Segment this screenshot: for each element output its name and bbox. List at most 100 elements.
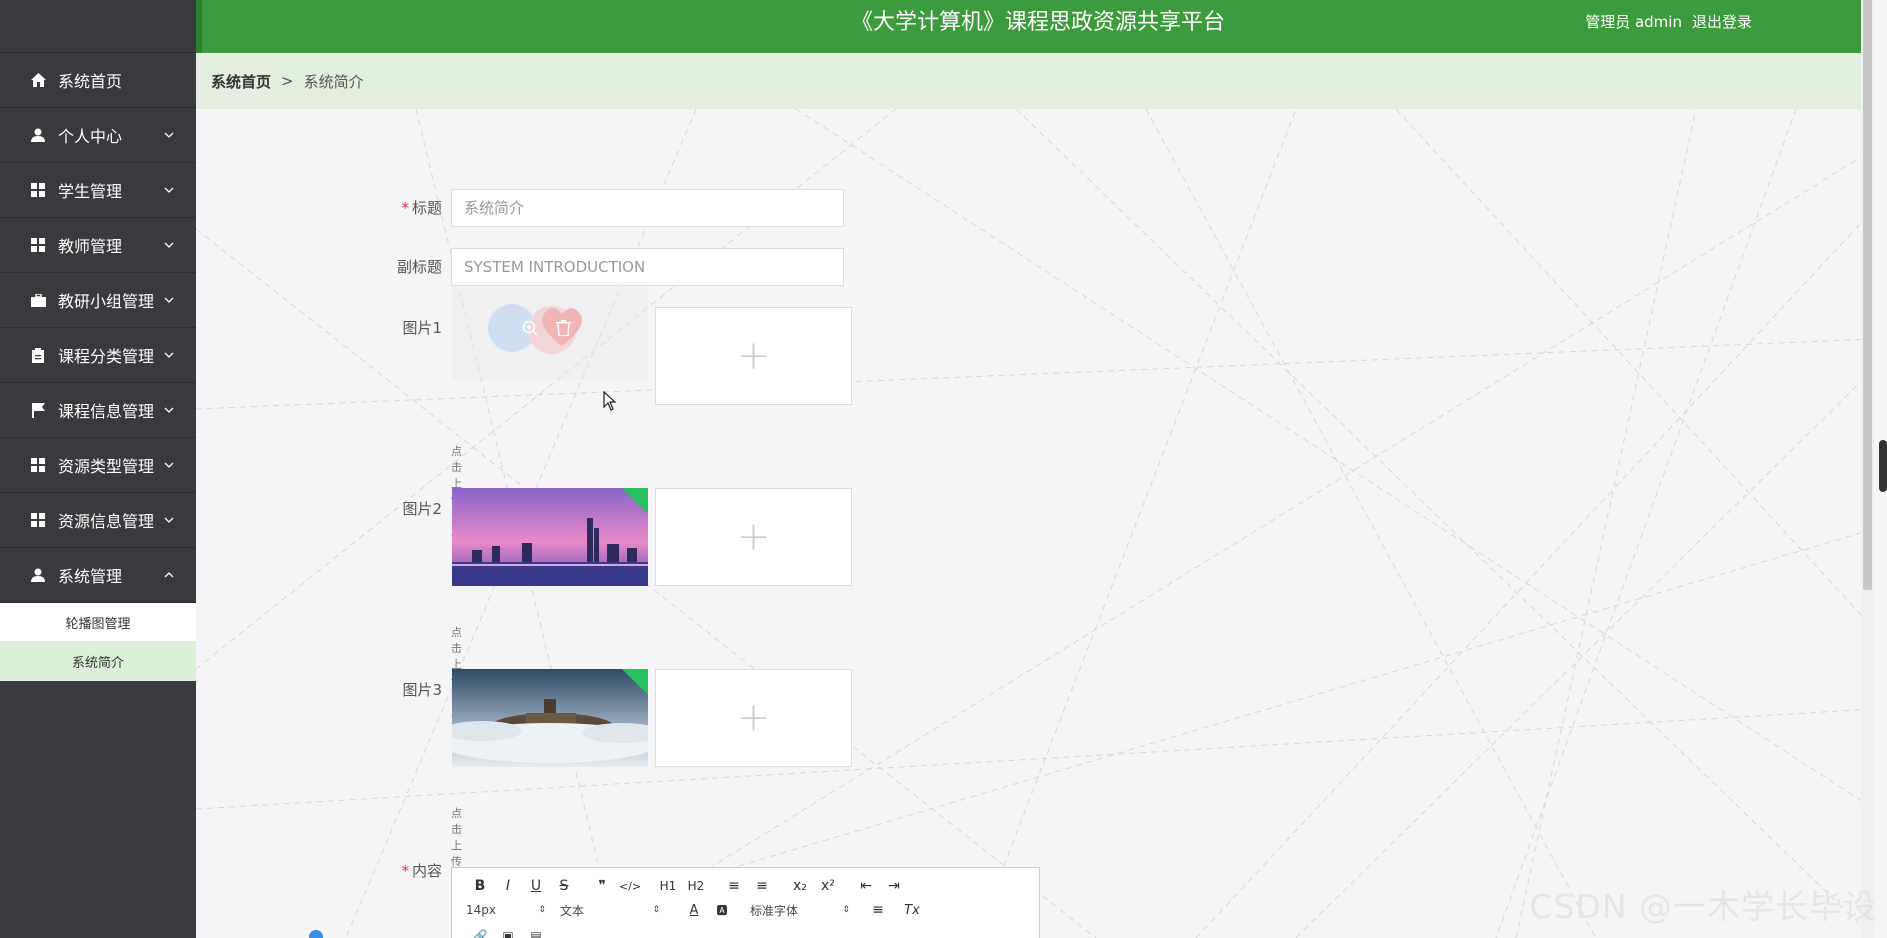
flag-icon xyxy=(30,402,46,418)
updown-icon: ⇕ xyxy=(842,905,850,915)
image-icon[interactable]: ▣ xyxy=(494,926,522,938)
csdn-watermark: CSDN @一木学长毕设 xyxy=(1529,887,1877,926)
italic-button[interactable]: I xyxy=(494,876,522,896)
background-color-icon[interactable]: 🅰 xyxy=(708,900,736,920)
header-user-area: 管理员 admin 退出登录 xyxy=(1585,11,1752,32)
chevron-down-icon xyxy=(164,297,174,303)
sidebar-item-label: 课程分类管理 xyxy=(58,347,155,366)
home-icon xyxy=(30,72,46,88)
strike-button[interactable]: S xyxy=(550,876,578,896)
sidebar-item-system-management[interactable]: 系统管理 xyxy=(0,548,196,603)
editor-toolbar-row2: 14px ⇕ 文本 ⇕ A 🅰 标准字体 ⇕ ≡ Tx xyxy=(466,900,926,920)
content-label: * 内容 xyxy=(401,862,442,880)
upload-success-tag xyxy=(622,488,648,514)
outdent-button[interactable]: ⇤ xyxy=(852,876,880,896)
sidebar-item-resource-type-management[interactable]: 资源类型管理 xyxy=(0,438,196,493)
code-block-button[interactable]: </> xyxy=(616,876,644,896)
subtitle-input[interactable]: SYSTEM INTRODUCTION xyxy=(451,248,844,286)
chevron-down-icon xyxy=(164,352,174,358)
sidebar-item-student-management[interactable]: 学生管理 xyxy=(0,163,196,218)
chevron-up-icon xyxy=(164,572,174,578)
image3-thumbnail[interactable] xyxy=(452,669,648,767)
submenu-item-carousel-management[interactable]: 轮播图管理 xyxy=(0,603,196,642)
breadcrumb-current: 系统简介 xyxy=(303,72,364,91)
background-line-pattern xyxy=(196,109,1874,938)
underline-button[interactable]: U xyxy=(522,876,550,896)
plus-icon: + xyxy=(736,333,771,379)
sidebar-item-teacher-management[interactable]: 教师管理 xyxy=(0,218,196,273)
user-label: 管理员 admin xyxy=(1585,13,1682,31)
breadcrumb: 系统首页 > 系统简介 xyxy=(196,53,1874,109)
sidebar-item-label: 系统首页 xyxy=(58,72,123,91)
indent-button[interactable]: ⇥ xyxy=(880,876,908,896)
editor-toolbar-row3: 🔗 ▣ ▤ xyxy=(466,926,550,938)
sidebar-item-personal-center[interactable]: 个人中心 xyxy=(0,108,196,163)
sidebar-item-resource-info-management[interactable]: 资源信息管理 xyxy=(0,493,196,548)
sidebar-item-label: 系统管理 xyxy=(58,567,123,586)
mouse-cursor-icon xyxy=(603,391,617,411)
updown-icon: ⇕ xyxy=(652,905,660,915)
breadcrumb-home[interactable]: 系统首页 xyxy=(211,71,271,92)
bold-button[interactable]: B xyxy=(466,876,494,896)
sidebar-item-label: 资源类型管理 xyxy=(58,457,155,476)
header2-button[interactable]: H2 xyxy=(682,876,710,896)
bullet-list-button[interactable]: ≡ xyxy=(748,876,776,896)
text-type-select[interactable]: 文本 ⇕ xyxy=(560,902,666,919)
sidebar-item-research-group-management[interactable]: 教研小组管理 xyxy=(0,273,196,328)
image2-thumbnail[interactable] xyxy=(452,488,648,586)
image1-upload-button[interactable]: + xyxy=(655,307,852,405)
sidebar-logo-area xyxy=(0,0,196,53)
submenu-item-system-intro[interactable]: 系统简介 xyxy=(0,642,196,681)
image2-upload-button[interactable]: + xyxy=(655,488,852,586)
grid-icon xyxy=(30,457,46,473)
font-size-select[interactable]: 14px ⇕ xyxy=(466,903,552,917)
title-input[interactable]: 系统简介 xyxy=(451,189,844,227)
grid-icon xyxy=(30,512,46,528)
clear-format-button[interactable]: Tx xyxy=(898,900,926,920)
editor-toolbar-row1: B I U S ❞ </> H1 H2 ≡ ≡ x₂ x² ⇤ ⇥ xyxy=(466,876,908,896)
scrollbar-thumb[interactable] xyxy=(1863,0,1872,590)
updown-icon: ⇕ xyxy=(538,905,546,915)
sidebar-item-label: 个人中心 xyxy=(58,127,123,146)
main-content: * 标题 系统简介 副标题 SYSTEM INTRODUCTION 图片1 + 点… xyxy=(196,109,1874,938)
sidebar-item-course-category-management[interactable]: 课程分类管理 xyxy=(0,328,196,383)
ordered-list-button[interactable]: ≡ xyxy=(720,876,748,896)
sidebar: 系统首页 个人中心 学生管理 教师管理 教研小组管理 课程分类管理 课程信息管理… xyxy=(0,0,196,938)
chevron-down-icon xyxy=(164,407,174,413)
blockquote-button[interactable]: ❞ xyxy=(588,876,616,896)
video-icon[interactable]: ▤ xyxy=(522,926,550,938)
breadcrumb-separator: > xyxy=(281,72,294,90)
chevron-down-icon xyxy=(164,187,174,193)
user-icon xyxy=(30,567,46,583)
plus-icon: + xyxy=(736,514,771,560)
align-icon[interactable]: ≡ xyxy=(864,900,892,920)
superscript-button[interactable]: x² xyxy=(814,876,842,896)
link-icon[interactable]: 🔗 xyxy=(466,926,494,938)
side-handle[interactable] xyxy=(1879,440,1887,492)
sidebar-item-course-info-management[interactable]: 课程信息管理 xyxy=(0,383,196,438)
grid-icon xyxy=(30,182,46,198)
briefcase-icon xyxy=(30,292,46,308)
sidebar-item-label: 教研小组管理 xyxy=(58,292,155,311)
rich-text-editor[interactable]: B I U S ❞ </> H1 H2 ≡ ≡ x₂ x² ⇤ ⇥ 14px ⇕ xyxy=(451,867,1040,938)
clipboard-icon xyxy=(30,347,46,363)
logout-link[interactable]: 退出登录 xyxy=(1692,11,1752,32)
page-scrollbar[interactable] xyxy=(1861,0,1874,938)
subscript-button[interactable]: x₂ xyxy=(786,876,814,896)
font-color-icon[interactable]: A xyxy=(680,900,708,920)
image3-upload-button[interactable]: + xyxy=(655,669,852,767)
sidebar-item-label: 学生管理 xyxy=(58,182,123,201)
chevron-down-icon xyxy=(164,462,174,468)
title-label: * 标题 xyxy=(401,199,442,217)
image2-label: 图片2 xyxy=(402,500,442,518)
sidebar-item-home[interactable]: 系统首页 xyxy=(0,53,196,108)
header1-button[interactable]: H1 xyxy=(654,876,682,896)
image1-thumbnail[interactable] xyxy=(452,282,648,380)
zoom-in-icon[interactable] xyxy=(522,320,538,340)
image3-label: 图片3 xyxy=(402,681,442,699)
sidebar-item-label: 资源信息管理 xyxy=(58,512,155,531)
grid-icon xyxy=(30,237,46,253)
plus-icon: + xyxy=(736,695,771,741)
font-family-select[interactable]: 标准字体 ⇕ xyxy=(750,902,856,919)
delete-icon[interactable] xyxy=(556,320,571,340)
